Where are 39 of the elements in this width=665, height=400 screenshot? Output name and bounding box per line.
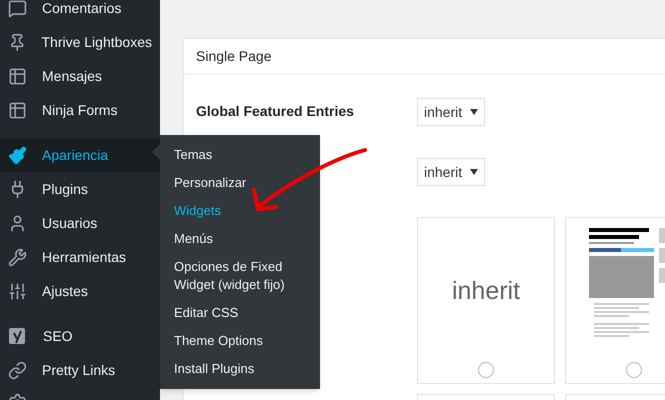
speech-bubble-icon xyxy=(8,0,27,18)
paintbrush-icon xyxy=(8,146,27,164)
seo-logo-icon xyxy=(8,326,28,346)
sidebar-item[interactable]: Usuarios xyxy=(0,206,160,240)
radio-button[interactable] xyxy=(626,362,642,378)
pin-icon xyxy=(8,32,26,52)
submenu-item[interactable]: Install Plugins xyxy=(160,355,320,383)
sliders-icon xyxy=(8,282,27,300)
link-icon xyxy=(8,360,27,380)
submenu-item[interactable]: Opciones de Fixed Widget (widget fijo) xyxy=(160,253,320,299)
sidebar-item[interactable]: Thrive Lightboxes xyxy=(0,25,160,59)
card-title: Single Page xyxy=(196,47,272,66)
select-field[interactable]: inherit xyxy=(417,158,486,186)
setting-label: Global Featured Entries xyxy=(196,103,354,119)
submenu-item[interactable]: Theme Options xyxy=(160,327,320,355)
sidebar-item[interactable]: Pretty Links xyxy=(0,353,160,387)
user-icon xyxy=(8,214,27,232)
radio-button[interactable] xyxy=(478,362,494,378)
wrench-icon xyxy=(8,248,27,266)
submenu-item[interactable]: Widgets xyxy=(160,197,320,225)
submenu-item[interactable]: Editar CSS xyxy=(160,299,320,327)
sidebar-item[interactable]: Herramientas xyxy=(0,240,160,274)
layout-option[interactable]: inherit xyxy=(417,217,555,384)
submenu-item[interactable]: Menús xyxy=(160,225,320,253)
sidebar-item[interactable]: Plugins xyxy=(0,172,160,206)
sidebar-item[interactable]: Apariencia xyxy=(0,138,160,172)
sidebar-item[interactable]: Comentarios xyxy=(0,0,160,25)
form-icon xyxy=(8,100,27,120)
submenu-item[interactable]: Personalizar xyxy=(160,169,320,197)
dropdown-arrow-icon xyxy=(470,109,478,115)
sidebar-item[interactable]: Ninja Forms xyxy=(0,93,160,127)
submenu-item[interactable]: Temas xyxy=(160,141,320,169)
layout-option[interactable] xyxy=(565,217,665,384)
dropdown-arrow-icon xyxy=(470,169,478,175)
sidebar-item[interactable]: Ajustes xyxy=(0,274,160,308)
sidebar-item[interactable]: Mensajes xyxy=(0,59,160,93)
form-icon xyxy=(8,66,27,86)
sidebar-item[interactable]: SEO xyxy=(0,319,160,353)
select-field[interactable]: inherit xyxy=(417,98,486,126)
